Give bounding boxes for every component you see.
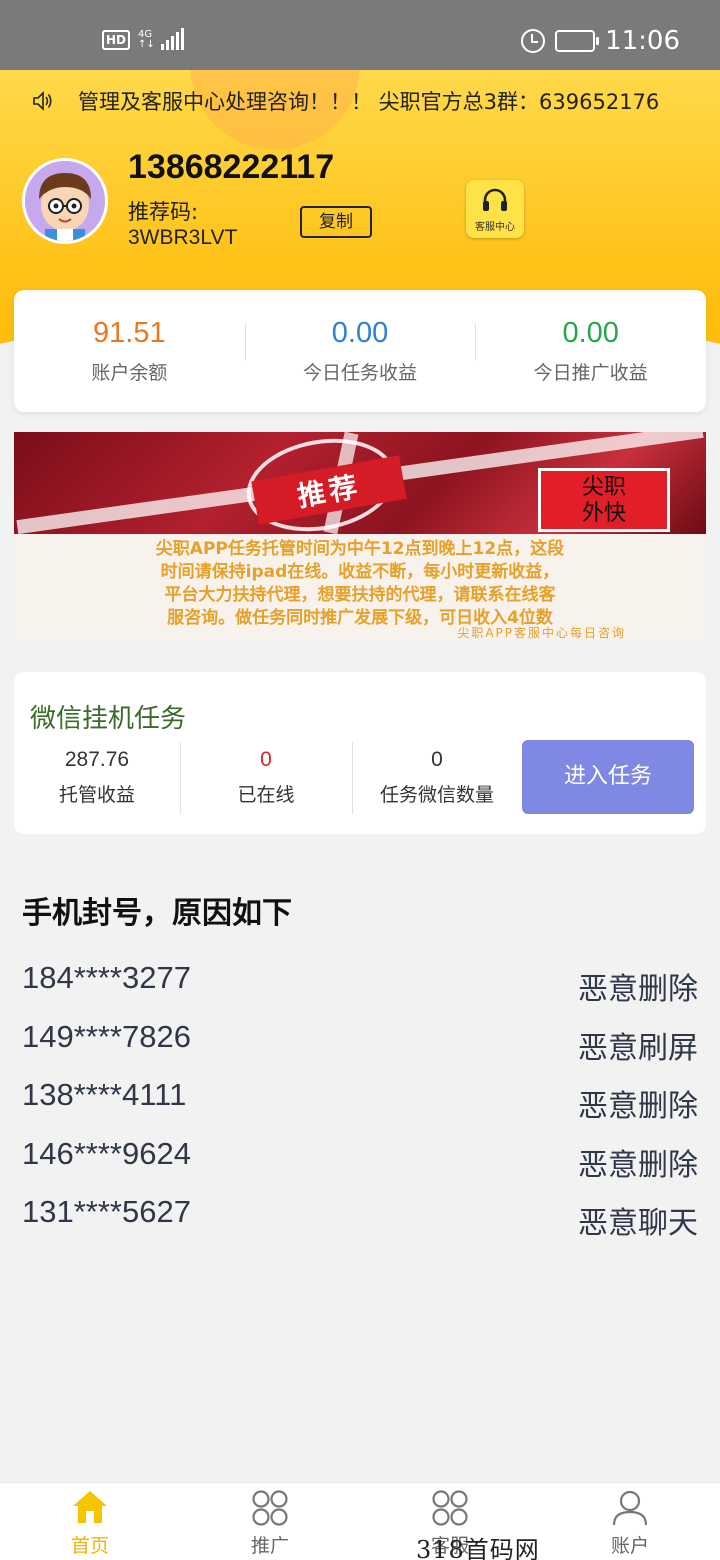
nav-home[interactable]: 首页: [30, 1483, 150, 1560]
stat-value: 0.00: [331, 317, 389, 349]
brand-tag: 尖职 外快: [538, 468, 670, 532]
battery-icon: [555, 30, 600, 52]
banned-row: 131****5627 恶意聊天: [22, 1194, 698, 1244]
grid-icon: [432, 1490, 468, 1526]
banned-number: 149****7826: [22, 1019, 191, 1054]
status-bar: HD 4G ↑↓ 11:06: [0, 0, 720, 70]
task-label: 已在线: [237, 784, 295, 806]
stat-label: 账户余额: [91, 362, 168, 384]
referral-label: 推荐码:: [128, 200, 199, 224]
home-icon: [73, 1491, 107, 1523]
speaker-icon: [33, 91, 52, 111]
task-online: 0 已在线: [180, 742, 352, 814]
status-right: 11:06: [521, 26, 680, 56]
banner-footer: 尖职APP客服中心每日咨询: [457, 626, 626, 640]
task-value: 287.76: [64, 748, 130, 771]
alarm-icon: [521, 29, 546, 53]
signal-icon: [160, 28, 184, 50]
task-value: 0: [431, 748, 443, 771]
task-title: 微信挂机任务: [30, 704, 187, 734]
nav-promote[interactable]: 推广: [210, 1483, 330, 1560]
network-type: 4G ↑↓: [138, 29, 155, 50]
notice-text: 管理及客服中心处理咨询！！！ 尖职官方总3群：639652176: [78, 90, 660, 114]
notice-marquee[interactable]: 管理及客服中心处理咨询！！！ 尖职官方总3群：639652176: [0, 84, 720, 118]
banned-row: 138****4111 恶意删除: [22, 1077, 698, 1127]
referral-code: 3WBR3LVT: [128, 226, 238, 249]
task-wechat-count: 0 任务微信数量: [352, 742, 522, 814]
user-phone-number: 13868222117: [128, 148, 335, 186]
wechat-task-card: 微信挂机任务 287.76 托管收益 0 已在线 0 任务微信数量 进入任务: [14, 672, 706, 834]
stat-value: 0.00: [562, 317, 619, 349]
nav-label: 推广: [250, 1535, 289, 1557]
banned-row: 149****7826 恶意刷屏: [22, 1019, 698, 1069]
banned-number: 131****5627: [22, 1194, 191, 1229]
watermark: 318首码网 www.E318.com: [416, 1536, 540, 1560]
hd-badge: HD: [102, 30, 131, 50]
headset-icon: [483, 188, 507, 211]
clock: 11:06: [605, 26, 680, 56]
banned-reason: 恶意删除: [578, 1089, 698, 1124]
task-label: 任务微信数量: [379, 784, 494, 806]
banned-list-title: 手机封号，原因如下: [22, 896, 292, 931]
promo-banner[interactable]: 推荐 尖职 外快 尖职APP任务托管时间为中午12点到晚上12点，这段 时间请保…: [14, 432, 706, 642]
banned-number: 138****4111: [22, 1077, 187, 1112]
banned-number: 184****3277: [22, 960, 191, 995]
banned-reason: 恶意聊天: [578, 1206, 698, 1241]
banned-row: 184****3277 恶意删除: [22, 960, 698, 1010]
stat-task-income[interactable]: 0.00 今日任务收益: [244, 317, 476, 385]
stat-label: 今日任务收益: [303, 362, 418, 384]
network-indicators: HD 4G ↑↓: [102, 28, 184, 50]
copy-button[interactable]: 复制: [300, 206, 372, 238]
banned-number: 146****9624: [22, 1136, 191, 1171]
customer-service-label: 客服中心: [475, 222, 515, 233]
grid-icon: [252, 1490, 288, 1526]
banned-reason: 恶意删除: [578, 972, 698, 1007]
customer-service-button[interactable]: 客服中心: [466, 180, 524, 238]
cartoon-boy-icon: [25, 161, 105, 241]
task-hosted-income: 287.76 托管收益: [14, 742, 180, 814]
account-stats-card: 91.51 账户余额 0.00 今日任务收益 0.00 今日推广收益: [14, 290, 706, 412]
user-icon: [612, 1490, 648, 1526]
avatar[interactable]: [22, 158, 108, 244]
stat-promo-income[interactable]: 0.00 今日推广收益: [475, 317, 706, 385]
stat-value: 91.51: [93, 317, 166, 349]
enter-task-button[interactable]: 进入任务: [522, 740, 694, 814]
nav-label: 首页: [70, 1535, 109, 1557]
task-label: 托管收益: [58, 784, 135, 806]
stat-balance[interactable]: 91.51 账户余额: [14, 317, 245, 385]
banner-text: 尖职APP任务托管时间为中午12点到晚上12点，这段 时间请保持ipad在线。收…: [155, 539, 565, 628]
banned-row: 146****9624 恶意删除: [22, 1136, 698, 1186]
banned-reason: 恶意删除: [578, 1148, 698, 1183]
task-value: 0: [260, 748, 272, 771]
banned-reason: 恶意刷屏: [578, 1031, 698, 1066]
stat-label: 今日推广收益: [533, 362, 648, 384]
